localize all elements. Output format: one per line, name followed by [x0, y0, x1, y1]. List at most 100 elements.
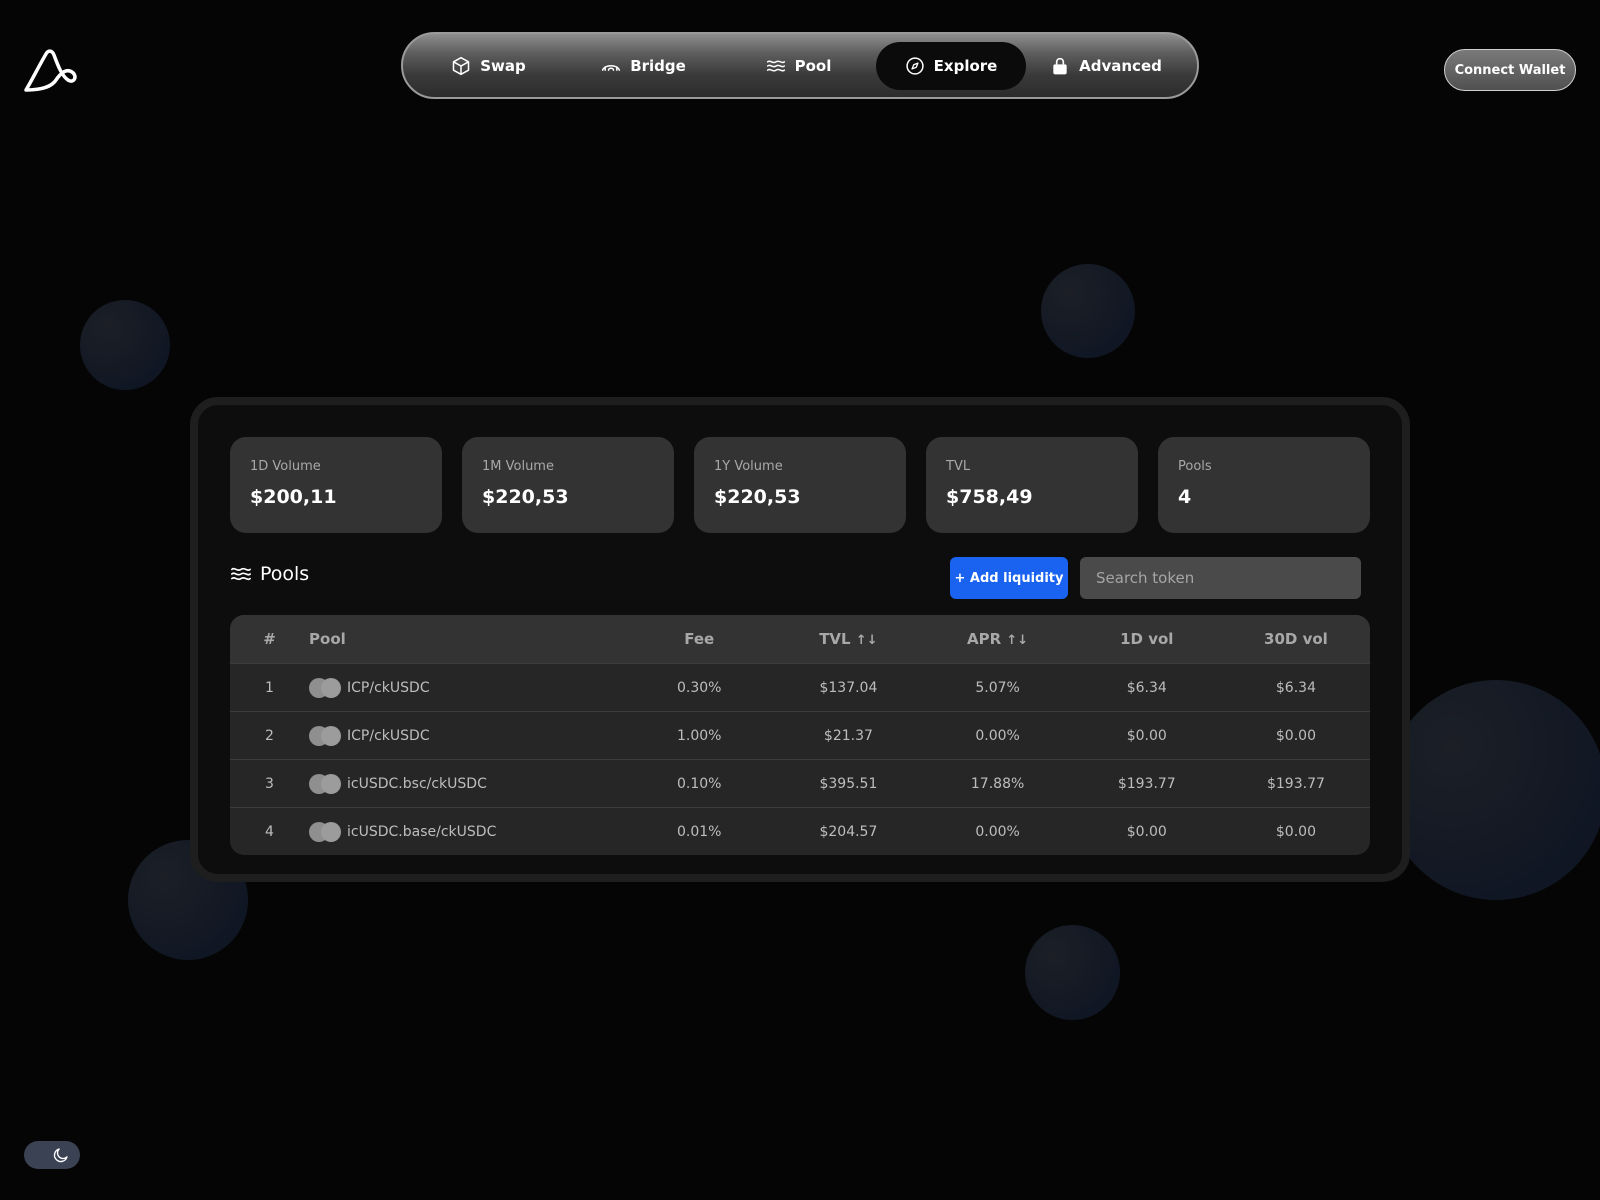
connect-wallet-button[interactable]: Connect Wallet [1444, 49, 1576, 91]
row-1d-vol: $6.34 [1126, 679, 1167, 696]
col-header-apr-label: APR [967, 630, 1002, 648]
sort-icon[interactable]: ↑↓ [1006, 633, 1028, 648]
row-tvl: $204.57 [819, 823, 878, 840]
row-apr: 5.07% [975, 679, 1020, 696]
pools-table: # Pool Fee TVL ↑↓ APR ↑↓ 1D vol 30D vol … [230, 615, 1370, 855]
col-header-apr[interactable]: APR ↑↓ [924, 630, 1072, 648]
token-pair-icon [309, 725, 342, 746]
sort-icon[interactable]: ↑↓ [856, 633, 878, 648]
nav-item-advanced[interactable]: Advanced [1026, 42, 1186, 90]
stat-card-1d-volume: 1D Volume $200,11 [230, 437, 442, 533]
stats-row: 1D Volume $200,11 1M Volume $220,53 1Y V… [230, 437, 1370, 533]
nav-item-bridge[interactable]: Bridge [566, 42, 721, 90]
token-pair-icon [309, 773, 342, 794]
row-30d-vol: $0.00 [1275, 727, 1316, 744]
stat-label: 1D Volume [250, 459, 321, 474]
stat-label: TVL [946, 459, 971, 474]
token-pair-icon [309, 821, 342, 842]
nav-item-label: Explore [933, 56, 998, 75]
waves-icon [231, 567, 251, 581]
stat-value: $758,49 [946, 486, 1033, 508]
col-header-fee: Fee [684, 630, 715, 648]
col-header-30d-vol: 30D vol [1264, 630, 1328, 648]
row-1d-vol: $0.00 [1126, 727, 1167, 744]
stat-card-1m-volume: 1M Volume $220,53 [462, 437, 674, 533]
row-30d-vol: $6.34 [1275, 679, 1316, 696]
stat-card-tvl: TVL $758,49 [926, 437, 1138, 533]
stat-value: $220,53 [714, 486, 801, 508]
add-liquidity-button[interactable]: + Add liquidity [950, 557, 1068, 599]
decorative-bubble [1041, 264, 1135, 358]
compass-icon [905, 56, 924, 75]
pool-name: icUSDC.base/ckUSDC [347, 823, 497, 840]
pools-heading: Pools [230, 563, 309, 585]
col-header-pool: Pool [309, 630, 346, 648]
stat-card-pools: Pools 4 [1158, 437, 1370, 533]
decorative-bubble [80, 300, 170, 390]
stat-label: 1M Volume [482, 459, 554, 474]
table-row[interactable]: 4 icUSDC.base/ckUSDC 0.01% $204.57 0.00%… [230, 807, 1370, 855]
row-apr: 17.88% [970, 775, 1025, 792]
row-1d-vol: $193.77 [1117, 775, 1176, 792]
row-num: 3 [265, 775, 274, 792]
nav-item-swap[interactable]: Swap [411, 42, 566, 90]
search-token-input[interactable] [1080, 557, 1361, 599]
lock-icon [1053, 57, 1067, 74]
col-header-tvl-label: TVL [819, 630, 851, 648]
bridge-icon [602, 64, 621, 71]
row-num: 2 [265, 727, 274, 744]
col-header-1d-vol: 1D vol [1120, 630, 1174, 648]
row-pool: ICP/ckUSDC [309, 677, 625, 698]
nav-item-label: Swap [480, 56, 526, 75]
row-fee: 0.01% [677, 823, 722, 840]
row-fee: 1.00% [677, 727, 722, 744]
nav-item-label: Advanced [1079, 56, 1162, 75]
decorative-bubble [1025, 925, 1120, 1020]
nav-item-pool[interactable]: Pool [721, 42, 876, 90]
explore-card: 1D Volume $200,11 1M Volume $220,53 1Y V… [190, 397, 1410, 882]
row-tvl: $137.04 [819, 679, 878, 696]
nav-item-label: Pool [794, 56, 832, 75]
pool-name: icUSDC.bsc/ckUSDC [347, 775, 487, 792]
row-tvl: $395.51 [819, 775, 878, 792]
app-logo[interactable] [22, 46, 78, 94]
col-header-tvl[interactable]: TVL ↑↓ [773, 630, 923, 648]
pool-name: ICP/ckUSDC [347, 679, 430, 696]
row-num: 4 [265, 823, 274, 840]
table-row[interactable]: 1 ICP/ckUSDC 0.30% $137.04 5.07% $6.34 $… [230, 663, 1370, 711]
table-row[interactable]: 2 ICP/ckUSDC 1.00% $21.37 0.00% $0.00 $0… [230, 711, 1370, 759]
theme-toggle[interactable] [24, 1141, 80, 1169]
logo-icon [24, 49, 77, 92]
stat-value: 4 [1178, 486, 1192, 508]
waves-icon [766, 59, 785, 72]
stat-value: $200,11 [250, 486, 337, 508]
row-fee: 0.30% [677, 679, 722, 696]
row-tvl: $21.37 [823, 727, 873, 744]
cube-icon [452, 56, 470, 75]
row-pool: icUSDC.base/ckUSDC [309, 821, 625, 842]
stat-card-1y-volume: 1Y Volume $220,53 [694, 437, 906, 533]
row-apr: 0.00% [975, 823, 1020, 840]
nav-item-explore[interactable]: Explore [876, 41, 1026, 90]
main-nav: Swap Bridge Pool Explore Advanced [401, 32, 1199, 99]
pool-name: ICP/ckUSDC [347, 727, 430, 744]
stat-label: 1Y Volume [714, 459, 783, 474]
row-30d-vol: $0.00 [1275, 823, 1316, 840]
row-fee: 0.10% [677, 775, 722, 792]
row-1d-vol: $0.00 [1126, 823, 1167, 840]
row-30d-vol: $193.77 [1266, 775, 1325, 792]
stat-label: Pools [1178, 459, 1212, 474]
row-pool: ICP/ckUSDC [309, 725, 625, 746]
stat-value: $220,53 [482, 486, 569, 508]
pools-title: Pools [260, 563, 310, 585]
row-num: 1 [265, 679, 274, 696]
table-row[interactable]: 3 icUSDC.bsc/ckUSDC 0.10% $395.51 17.88%… [230, 759, 1370, 807]
moon-icon [53, 1148, 68, 1163]
nav-item-label: Bridge [630, 56, 686, 75]
row-pool: icUSDC.bsc/ckUSDC [309, 773, 625, 794]
token-pair-icon [309, 677, 342, 698]
col-header-num: # [263, 630, 276, 648]
row-apr: 0.00% [975, 727, 1020, 744]
decorative-bubble [1386, 680, 1600, 900]
table-header: # Pool Fee TVL ↑↓ APR ↑↓ 1D vol 30D vol [230, 615, 1370, 663]
